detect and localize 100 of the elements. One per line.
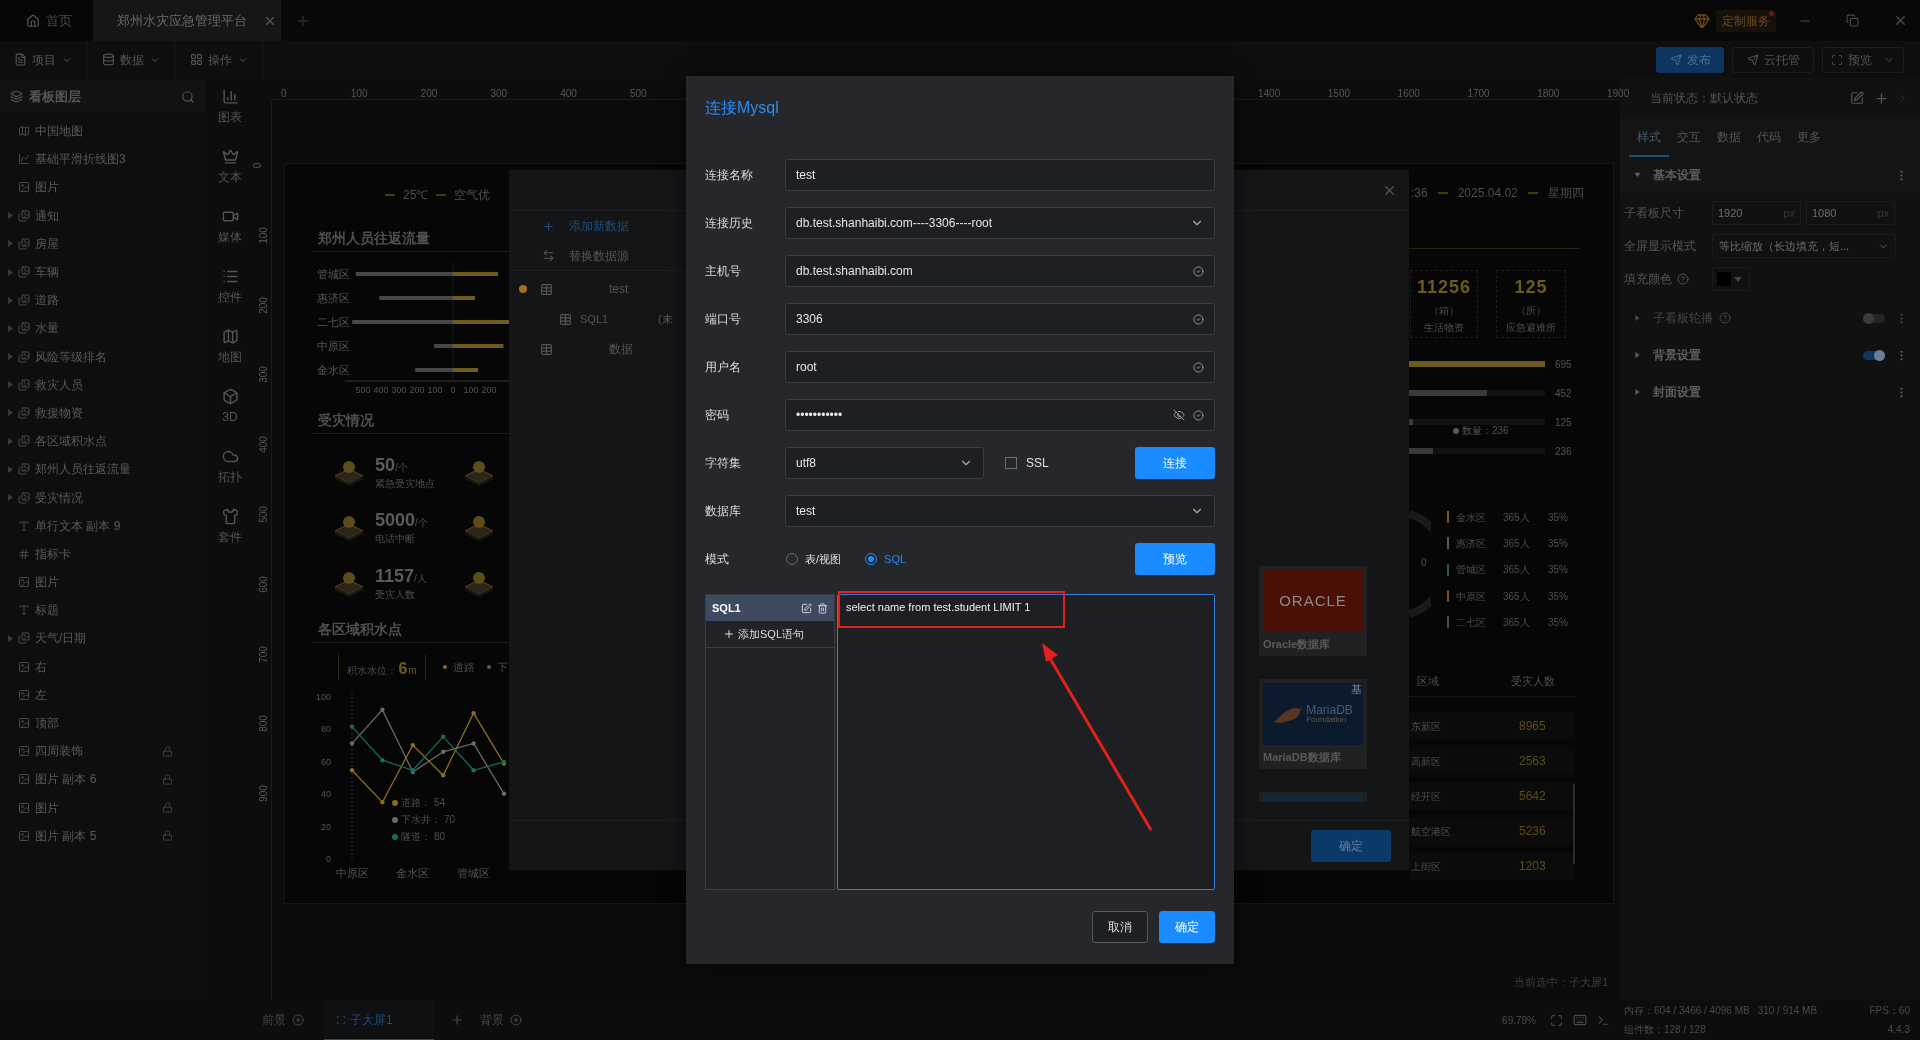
action-button[interactable]: 云托管 <box>1732 46 1814 73</box>
caret-icon[interactable] <box>8 324 13 332</box>
section-header[interactable]: 背景设置 <box>1620 337 1920 373</box>
layer-item[interactable]: 道路 <box>0 286 205 315</box>
component-category[interactable]: 图表 <box>218 88 242 128</box>
panel-tab[interactable]: 更多 <box>1789 118 1829 157</box>
layer-item[interactable]: 救援物资 <box>0 398 205 428</box>
fit-screen-icon[interactable] <box>1550 1013 1563 1027</box>
component-category[interactable]: 控件 <box>218 268 242 308</box>
caret-icon[interactable] <box>8 268 13 276</box>
caret-icon[interactable] <box>8 634 13 642</box>
layer-item[interactable]: 左 <box>0 680 205 709</box>
text-field[interactable]: root <box>785 351 1215 383</box>
sql-editor[interactable]: select name from test.student LIMIT 1 <box>837 594 1215 890</box>
component-category[interactable]: 媒体 <box>218 208 242 248</box>
layer-item[interactable]: 风险等级排名 <box>0 342 205 371</box>
layer-item[interactable]: 郑州人员往返流量 <box>0 455 205 484</box>
layer-item[interactable]: 标题 <box>0 596 205 625</box>
edit-icon[interactable] <box>1850 91 1864 105</box>
layer-item[interactable]: 图片 <box>0 173 205 202</box>
layer-item[interactable]: 水量 <box>0 314 205 343</box>
action-button[interactable]: 预览 <box>1822 46 1904 73</box>
layer-item[interactable]: 基础平滑折线图3 <box>0 145 205 174</box>
layer-item[interactable]: 车辆 <box>0 257 205 287</box>
terminal-icon[interactable] <box>1597 1013 1610 1027</box>
add-statement-button[interactable]: 添加SQL语句 <box>706 621 834 648</box>
add-icon[interactable] <box>510 1014 522 1026</box>
password-field[interactable]: ••••••••••• <box>785 399 1215 431</box>
add-icon[interactable] <box>450 1013 464 1027</box>
add-icon[interactable] <box>292 1014 304 1026</box>
toggle-switch[interactable] <box>1863 350 1885 360</box>
checkbox[interactable] <box>1005 457 1017 469</box>
database-card[interactable]: ORACLE Oracle数据库 <box>1259 566 1367 656</box>
layer-item[interactable]: 图片 副本 6 <box>0 765 205 794</box>
text-field[interactable]: test <box>785 159 1215 191</box>
layer-item[interactable]: 指标卡 <box>0 539 205 568</box>
app-tab[interactable]: 郑州水灾应急管理平台 <box>93 0 281 41</box>
sql-statement-item[interactable]: SQL1 <box>706 595 834 621</box>
confirm-button[interactable]: 确定 <box>1311 829 1391 862</box>
action-button[interactable]: 发布 <box>1656 46 1724 73</box>
caret-icon[interactable] <box>8 437 13 445</box>
section-header[interactable]: 基本设置 <box>1620 157 1920 193</box>
layer-item[interactable]: 天气/日期 <box>0 624 205 653</box>
panel-tab[interactable]: 数据 <box>1709 118 1749 157</box>
layer-item[interactable]: 房屋 <box>0 229 205 258</box>
select-field[interactable]: test <box>785 495 1215 527</box>
source-action[interactable]: 添加新数据 <box>509 211 686 241</box>
caret-icon[interactable] <box>8 240 13 248</box>
radio-option[interactable]: 表/视图 <box>786 550 842 568</box>
search-icon[interactable] <box>181 89 195 104</box>
connect-button[interactable]: 连接 <box>1135 447 1215 479</box>
component-category[interactable]: 地图 <box>218 328 242 368</box>
caret-icon[interactable] <box>8 409 13 417</box>
source-item[interactable]: test <box>509 274 686 304</box>
caret-icon[interactable] <box>8 381 13 389</box>
layer-item[interactable]: 四周装饰 <box>0 737 205 766</box>
component-category[interactable]: 3D <box>221 388 239 428</box>
color-picker[interactable] <box>1712 267 1750 291</box>
source-item[interactable]: 数据 <box>509 334 686 364</box>
layer-item[interactable]: 顶部 <box>0 708 205 738</box>
panel-tab[interactable]: 代码 <box>1749 118 1789 157</box>
eye-off-icon[interactable] <box>1173 409 1185 421</box>
keyboard-icon[interactable] <box>1573 1013 1587 1027</box>
database-card[interactable]: MariaDB Foundation 基 MariaDB数据库 <box>1259 679 1367 769</box>
restore-icon[interactable] <box>1846 14 1859 27</box>
select-field[interactable]: utf8 <box>785 447 984 479</box>
component-category[interactable]: 文本 <box>218 148 242 188</box>
section-header[interactable]: 封面设置 <box>1620 374 1920 410</box>
text-field[interactable]: db.test.shanhaibi.com <box>785 255 1215 287</box>
cancel-button[interactable]: 取消 <box>1092 911 1148 943</box>
caret-icon[interactable] <box>8 212 13 220</box>
screen-tab[interactable]: 子大屏1 <box>324 1000 434 1040</box>
caret-icon[interactable] <box>8 353 13 361</box>
close-icon[interactable] <box>1893 13 1908 28</box>
trash-icon[interactable] <box>817 602 828 614</box>
layer-item[interactable]: 图片 <box>0 568 205 597</box>
caret-icon[interactable] <box>8 465 13 473</box>
preview-button[interactable]: 预览 <box>1135 543 1215 575</box>
select-field[interactable]: 等比缩放（长边填充，短... <box>1712 234 1896 258</box>
layer-item[interactable]: 通知 <box>0 201 205 230</box>
confirm-button[interactable]: 确定 <box>1159 911 1215 943</box>
component-category[interactable]: 拓扑 <box>218 448 242 488</box>
source-item[interactable]: SQL1 (未 <box>509 304 686 334</box>
layer-item[interactable]: 图片 <box>0 793 205 822</box>
caret-icon[interactable] <box>8 494 13 502</box>
radio-option[interactable]: SQL <box>865 550 907 568</box>
caret-icon[interactable] <box>8 296 13 304</box>
layer-item[interactable]: 救灾人员 <box>0 370 205 399</box>
layer-item[interactable]: 受灾情况 <box>0 483 205 512</box>
layer-item[interactable]: 右 <box>0 652 205 681</box>
custom-service-button[interactable]: 定制服务 <box>1716 9 1776 32</box>
component-category[interactable]: 套件 <box>218 508 242 548</box>
layer-item[interactable]: 单行文本 副本 9 <box>0 511 205 540</box>
layer-item[interactable]: 图片 副本 5 <box>0 821 205 850</box>
layer-item[interactable]: 中国地图 <box>0 117 205 146</box>
add-icon[interactable] <box>1874 90 1889 106</box>
layer-item[interactable]: 各区域积水点 <box>0 427 205 456</box>
text-field[interactable]: 3306 <box>785 303 1215 335</box>
select-field[interactable]: db.test.shanhaibi.com----3306----root <box>785 207 1215 239</box>
panel-tab[interactable]: 交互 <box>1669 118 1709 157</box>
